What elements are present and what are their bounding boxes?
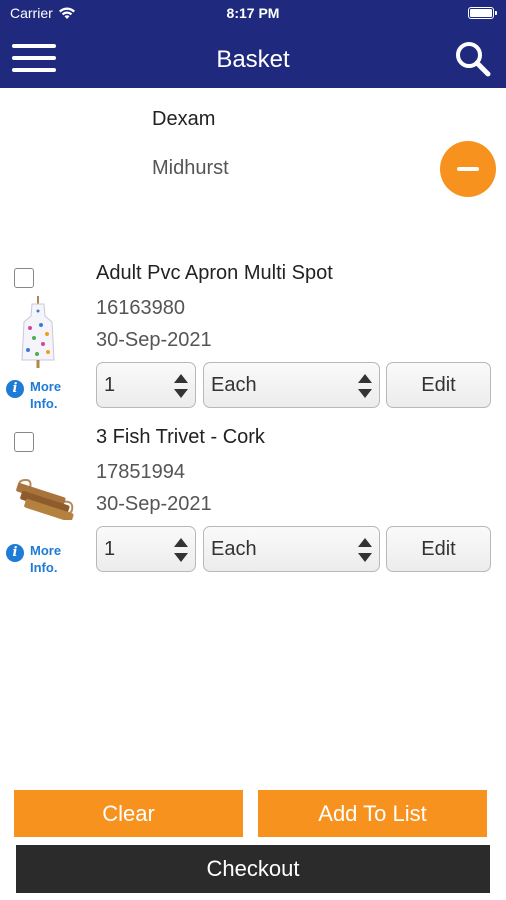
list-item: i More Info. 3 Fish Trivet - Cork 178519… [0, 416, 506, 576]
supplier-name: Dexam [152, 108, 216, 130]
add-to-list-button[interactable]: Add To List [258, 790, 487, 837]
nav-bar: Basket [0, 28, 506, 88]
product-date: 30-Sep-2021 [96, 329, 212, 351]
battery-icon [468, 7, 497, 19]
select-arrows-icon [358, 538, 372, 562]
edit-label: Edit [421, 538, 456, 560]
page-title: Basket [216, 46, 290, 73]
more-info-link[interactable]: i More Info. [6, 542, 70, 576]
edit-button[interactable]: Edit [386, 526, 491, 572]
product-date: 30-Sep-2021 [96, 493, 212, 515]
minus-circle-icon[interactable] [440, 141, 496, 197]
select-checkbox[interactable] [14, 432, 34, 452]
unit-select[interactable]: Each [203, 526, 380, 572]
unit-value: Each [211, 374, 257, 396]
status-bar: Carrier 8:17 PM [0, 0, 506, 28]
stepper-arrows-icon [174, 538, 188, 562]
trivet-image [16, 478, 74, 520]
checkout-button[interactable]: Checkout [16, 845, 490, 893]
edit-button[interactable]: Edit [386, 362, 491, 408]
more-info-label: More Info. [30, 543, 62, 575]
quantity-value: 1 [104, 374, 116, 396]
unit-select[interactable]: Each [203, 362, 380, 408]
clear-button[interactable]: Clear [14, 790, 243, 837]
select-checkbox[interactable] [14, 268, 34, 288]
product-code: 17851994 [96, 461, 185, 483]
edit-label: Edit [421, 374, 456, 396]
unit-value: Each [211, 538, 257, 560]
more-info-label: More Info. [30, 379, 62, 411]
product-name: 3 Fish Trivet - Cork [96, 426, 265, 448]
apron-image [21, 296, 55, 368]
product-name: Adult Pvc Apron Multi Spot [96, 262, 333, 284]
quantity-stepper[interactable]: 1 [96, 526, 196, 572]
quantity-value: 1 [104, 538, 116, 560]
info-icon: i [6, 380, 24, 398]
search-icon[interactable] [454, 40, 492, 78]
info-icon: i [6, 544, 24, 562]
stepper-arrows-icon [174, 374, 188, 398]
product-code: 16163980 [96, 297, 185, 319]
select-arrows-icon [358, 374, 372, 398]
quantity-stepper[interactable]: 1 [96, 362, 196, 408]
more-info-link[interactable]: i More Info. [6, 378, 70, 412]
supplier-branch: Midhurst [152, 157, 229, 179]
clock: 8:17 PM [226, 5, 280, 21]
list-item: i More Info. Adult Pvc Apron Multi Spot … [0, 252, 506, 412]
